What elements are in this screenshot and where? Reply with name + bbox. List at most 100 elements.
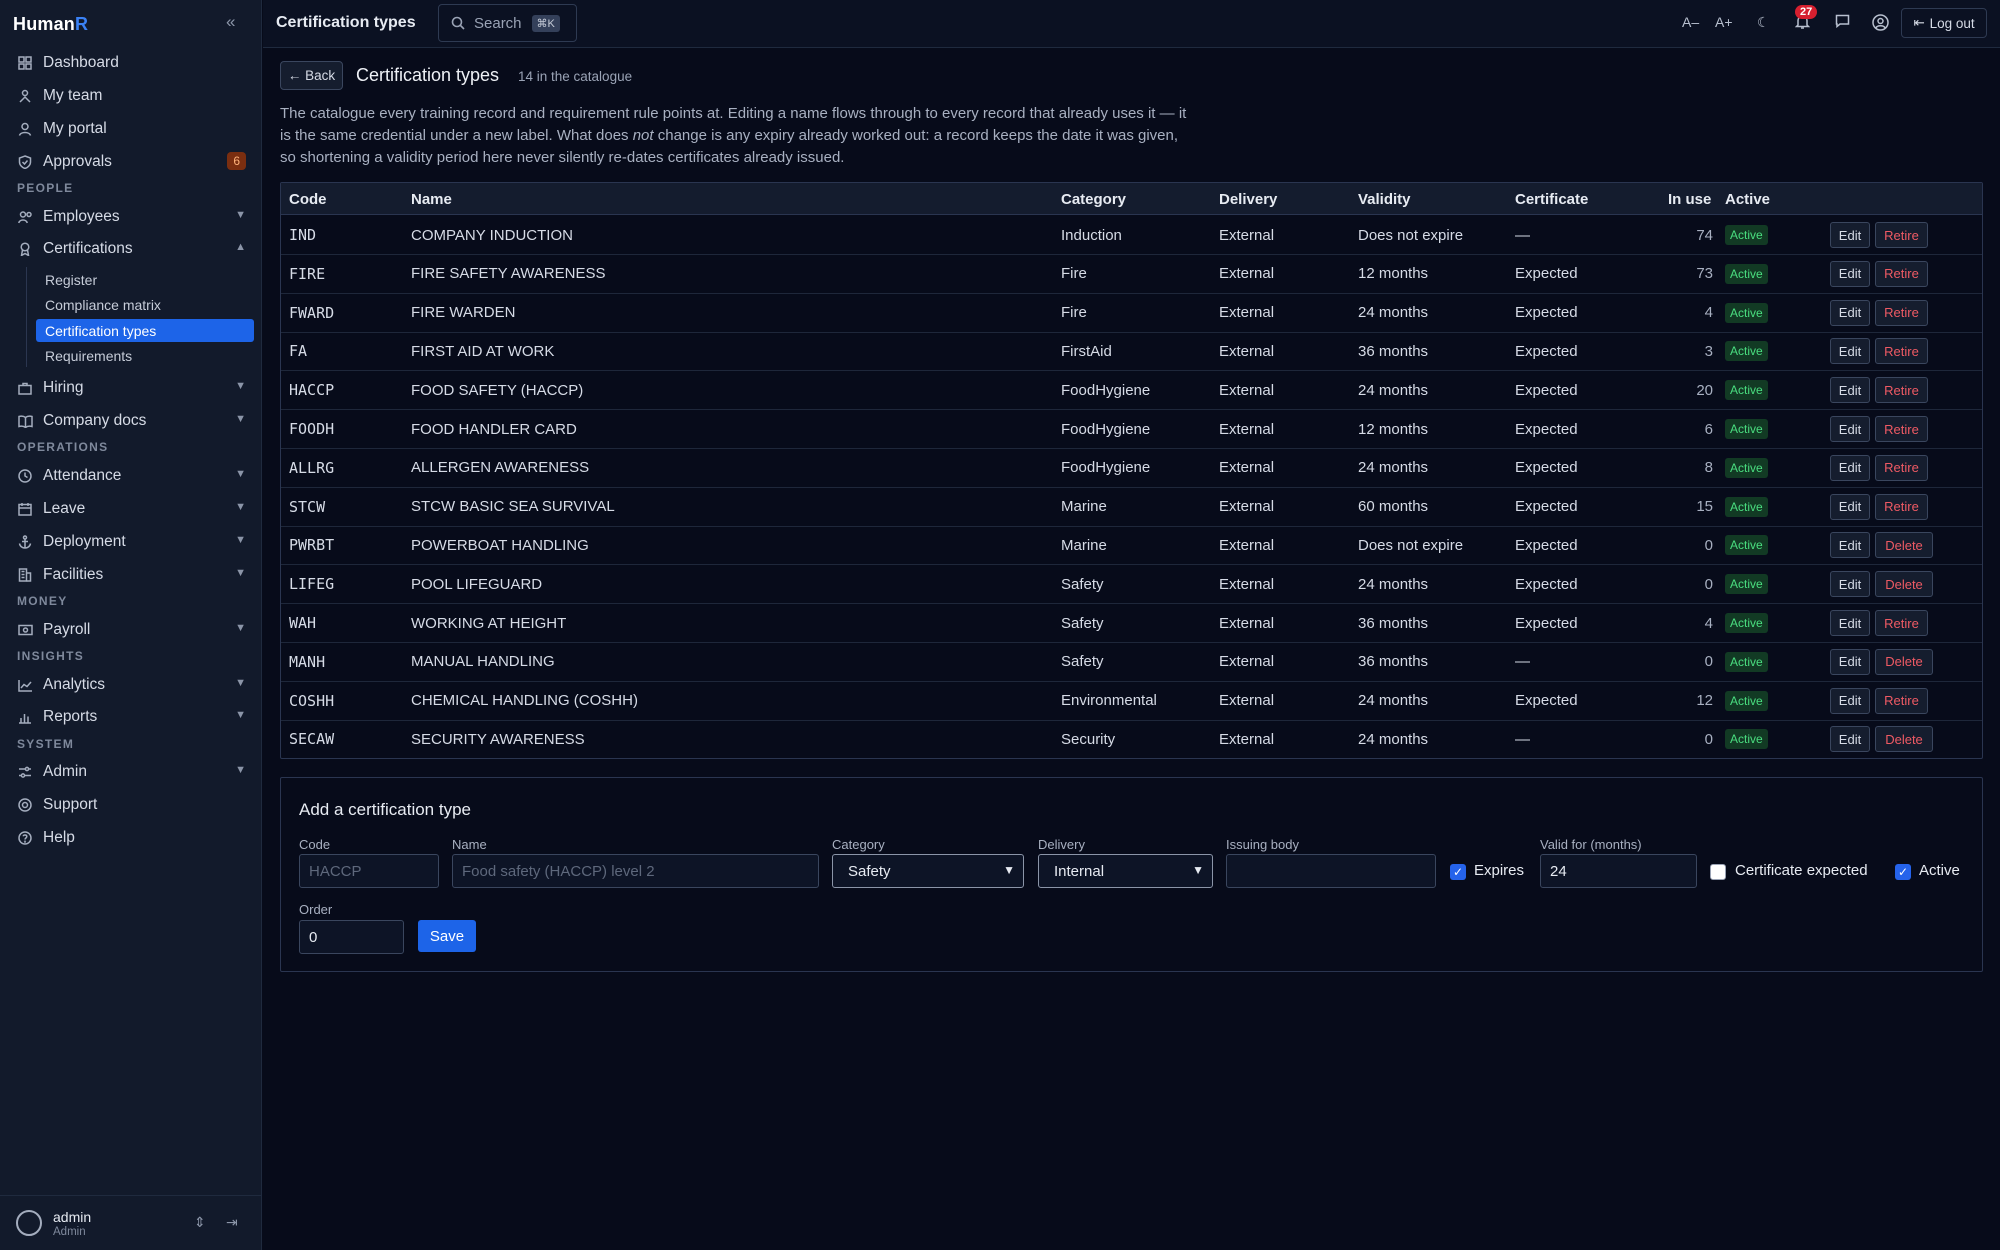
sidebar-item-analytics[interactable]: Analytics ▼ bbox=[16, 672, 246, 698]
edit-button[interactable]: Edit bbox=[1830, 222, 1870, 248]
sidebar-item-my-portal[interactable]: My portal bbox=[16, 116, 246, 142]
edit-button[interactable]: Edit bbox=[1830, 299, 1870, 326]
sidebar-item-facilities[interactable]: Facilities ▼ bbox=[16, 562, 246, 588]
edit-button[interactable]: Edit bbox=[1830, 648, 1870, 675]
chevrons-up-down-icon[interactable]: ⇕ bbox=[194, 1214, 206, 1231]
status-badge: Active bbox=[1725, 225, 1768, 245]
sidebar-item-my-team[interactable]: My team bbox=[16, 83, 246, 109]
retire-button[interactable]: Retire bbox=[1875, 222, 1928, 248]
app-logo[interactable]: HumanR bbox=[13, 14, 88, 35]
avatar[interactable] bbox=[16, 1210, 42, 1236]
cell-validity: 24 months bbox=[1358, 459, 1429, 477]
sidebar-item-label: Payroll bbox=[43, 621, 91, 638]
sidebar-item-payroll[interactable]: Payroll ▼ bbox=[16, 617, 246, 643]
sidebar-item-dashboard[interactable]: Dashboard bbox=[16, 50, 246, 76]
cell-code: IND bbox=[289, 226, 317, 244]
issuing-body-input[interactable] bbox=[1226, 854, 1436, 888]
sidebar-item-reports[interactable]: Reports ▼ bbox=[16, 704, 246, 730]
sign-out-icon[interactable]: ⇥ bbox=[226, 1214, 238, 1231]
column-header-category[interactable]: Category bbox=[1061, 183, 1126, 215]
back-button[interactable]: ← Back bbox=[280, 61, 343, 90]
delivery-select[interactable]: Internal ▼ bbox=[1038, 854, 1213, 888]
column-header-validity[interactable]: Validity bbox=[1358, 183, 1411, 215]
sidebar-subitem-compliance-matrix[interactable]: Compliance matrix bbox=[36, 293, 254, 316]
expires-checkbox[interactable]: ✓ bbox=[1450, 864, 1466, 880]
edit-button[interactable]: Edit bbox=[1830, 687, 1870, 714]
sidebar-subitem-certification-types[interactable]: Certification types bbox=[36, 319, 254, 342]
retire-button[interactable]: Retire bbox=[1875, 299, 1928, 326]
sidebar-item-admin[interactable]: Admin ▼ bbox=[16, 759, 246, 785]
cell-active: Active bbox=[1725, 604, 1768, 642]
sidebar-item-attendance[interactable]: Attendance ▼ bbox=[16, 463, 246, 489]
category-label: Category bbox=[832, 837, 885, 852]
retire-button[interactable]: Retire bbox=[1875, 454, 1928, 481]
account-icon[interactable] bbox=[1872, 14, 1889, 34]
retire-button[interactable]: Retire bbox=[1875, 416, 1928, 442]
column-header-in-use[interactable]: In use bbox=[1668, 183, 1711, 215]
cell-code: WAH bbox=[289, 614, 317, 632]
chevron-up-icon: ▲ bbox=[235, 241, 246, 253]
font-smaller-button[interactable]: A– bbox=[1682, 14, 1699, 30]
retire-button[interactable]: Retire bbox=[1875, 338, 1928, 365]
code-input[interactable] bbox=[299, 854, 439, 888]
sidebar-subitem-register[interactable]: Register bbox=[36, 268, 254, 291]
active-checkbox[interactable]: ✓ bbox=[1895, 864, 1911, 880]
message-icon[interactable] bbox=[1835, 14, 1850, 31]
search-button[interactable]: Search ⌘K bbox=[438, 4, 577, 42]
column-header-delivery[interactable]: Delivery bbox=[1219, 183, 1277, 215]
edit-button[interactable]: Edit bbox=[1830, 726, 1870, 753]
sidebar-item-company-docs[interactable]: Company docs ▼ bbox=[16, 408, 246, 434]
banknote-icon bbox=[16, 621, 34, 639]
delete-button[interactable]: Delete bbox=[1875, 726, 1933, 753]
edit-button[interactable]: Edit bbox=[1830, 377, 1870, 404]
cell-delivery: External bbox=[1219, 653, 1275, 671]
font-larger-button[interactable]: A+ bbox=[1715, 14, 1733, 30]
edit-button[interactable]: Edit bbox=[1830, 571, 1870, 598]
retire-button[interactable]: Retire bbox=[1875, 610, 1928, 636]
sidebar-item-approvals[interactable]: Approvals 6 bbox=[16, 149, 246, 175]
cell-validity: 24 months bbox=[1358, 381, 1429, 399]
cell-category: FoodHygiene bbox=[1061, 459, 1151, 477]
cell-certificate: Expected bbox=[1515, 692, 1578, 710]
sidebar-item-leave[interactable]: Leave ▼ bbox=[16, 496, 246, 522]
order-input[interactable] bbox=[299, 920, 404, 954]
log-out-button[interactable]: ⇤ Log out bbox=[1901, 8, 1987, 38]
edit-button[interactable]: Edit bbox=[1830, 260, 1870, 287]
sidebar-item-certifications[interactable]: Certifications ▲ bbox=[16, 236, 246, 262]
edit-button[interactable]: Edit bbox=[1830, 338, 1870, 365]
name-input[interactable] bbox=[452, 854, 819, 888]
edit-button[interactable]: Edit bbox=[1830, 532, 1870, 559]
retire-button[interactable]: Retire bbox=[1875, 377, 1928, 404]
sidebar-item-help[interactable]: Help bbox=[16, 825, 246, 851]
edit-button[interactable]: Edit bbox=[1830, 493, 1870, 520]
delete-button[interactable]: Delete bbox=[1875, 571, 1933, 598]
sidebar-item-hiring[interactable]: Hiring ▼ bbox=[16, 375, 246, 401]
column-header-code[interactable]: Code bbox=[289, 183, 327, 215]
retire-button[interactable]: Retire bbox=[1875, 260, 1928, 287]
sidebar-item-support[interactable]: Support bbox=[16, 792, 246, 818]
sidebar-item-label: Reports bbox=[43, 708, 98, 725]
retire-button[interactable]: Retire bbox=[1875, 493, 1928, 520]
save-button[interactable]: Save bbox=[418, 920, 476, 952]
sidebar-subitem-requirements[interactable]: Requirements bbox=[36, 344, 254, 367]
sidebar-item-employees[interactable]: Employees ▼ bbox=[16, 204, 246, 230]
valid-for-months-input[interactable] bbox=[1540, 854, 1697, 888]
column-header-active[interactable]: Active bbox=[1725, 183, 1770, 215]
retire-button[interactable]: Retire bbox=[1875, 687, 1928, 714]
sidebar-item-deployment[interactable]: Deployment ▼ bbox=[16, 529, 246, 555]
book-icon bbox=[16, 412, 34, 430]
edit-button[interactable]: Edit bbox=[1830, 454, 1870, 481]
certificate-expected-checkbox[interactable] bbox=[1710, 864, 1726, 880]
cell-delivery: External bbox=[1219, 342, 1275, 360]
collapse-sidebar-icon[interactable]: « bbox=[226, 12, 235, 32]
category-select[interactable]: Safety ▼ bbox=[832, 854, 1024, 888]
delete-button[interactable]: Delete bbox=[1875, 648, 1933, 675]
edit-button[interactable]: Edit bbox=[1830, 610, 1870, 636]
column-header-certificate[interactable]: Certificate bbox=[1515, 183, 1588, 215]
column-header-name[interactable]: Name bbox=[411, 183, 452, 215]
edit-button[interactable]: Edit bbox=[1830, 416, 1870, 442]
table-row: WAH WORKING AT HEIGHT Safety External 36 mon… bbox=[281, 604, 1982, 643]
chevron-down-icon: ▼ bbox=[235, 534, 246, 546]
moon-icon[interactable]: ☾ bbox=[1757, 14, 1770, 31]
delete-button[interactable]: Delete bbox=[1875, 532, 1933, 559]
